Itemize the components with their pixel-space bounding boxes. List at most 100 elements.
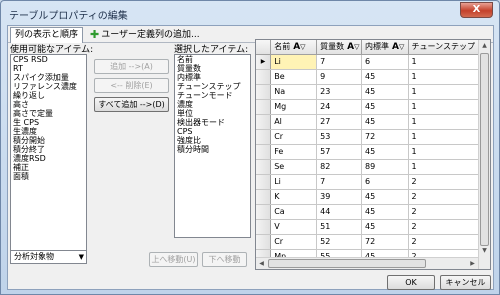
list-item[interactable]: 濃度RSD (11, 154, 86, 163)
table-cell[interactable]: 89 (361, 159, 409, 175)
row-header[interactable] (256, 84, 272, 100)
table-cell[interactable]: Cr (270, 129, 318, 145)
table-cell[interactable]: Fe (270, 144, 318, 160)
table-row[interactable]: Cr 53 72 1 (256, 129, 490, 145)
column-header-name[interactable]: 名前 A▽ (270, 40, 318, 55)
row-header[interactable] (256, 129, 272, 145)
filter-icon[interactable]: ▽ (300, 43, 305, 51)
tab-add-custom-column[interactable]: ✚ ユーザー定義列の追加... (87, 27, 203, 43)
table-cell[interactable]: 52 (316, 234, 362, 250)
table-row[interactable]: Ca 44 45 2 (256, 204, 490, 220)
table-cell[interactable]: 9 (316, 69, 362, 85)
table-cell[interactable]: Li (270, 174, 318, 190)
add-all-button[interactable]: すべて追加 -->(D) (94, 97, 169, 112)
add-button[interactable]: 追加 -->(A) (94, 59, 169, 74)
list-item[interactable]: 検出器モード (175, 118, 250, 127)
table-cell[interactable]: 1 (408, 144, 487, 160)
selected-items-list[interactable]: 名前 質量数 内標準 チューンステップ チューンモード 濃度 単位 検出器モード… (174, 54, 251, 238)
table-cell[interactable]: 1 (408, 99, 487, 115)
table-cell[interactable]: 2 (408, 234, 487, 250)
vertical-scroll-thumb[interactable] (480, 53, 489, 246)
available-items-list[interactable]: CPS RSD RT スパイク添加量 リファレンス濃度 繰り返し 高さ 高さで定… (10, 54, 87, 254)
remove-button[interactable]: <-- 削除(E) (94, 78, 169, 93)
table-cell[interactable]: 82 (316, 159, 362, 175)
table-cell[interactable]: 2 (408, 219, 487, 235)
table-cell[interactable]: 27 (316, 114, 362, 130)
table-cell[interactable]: 45 (361, 84, 409, 100)
table-cell[interactable]: K (270, 189, 318, 205)
table-cell[interactable]: 53 (316, 129, 362, 145)
scroll-right-icon[interactable]: ▶ (467, 258, 478, 269)
horizontal-scrollbar[interactable]: ◀ ▶ (256, 257, 478, 269)
row-header[interactable] (256, 189, 272, 205)
list-item[interactable]: リファレンス濃度 (11, 82, 86, 91)
table-row[interactable]: Mg 24 45 1 (256, 99, 490, 115)
table-cell[interactable]: 72 (361, 129, 409, 145)
list-item[interactable]: チューンモード (175, 91, 250, 100)
table-cell[interactable]: 45 (361, 219, 409, 235)
table-cell[interactable]: Na (270, 84, 318, 100)
table-cell[interactable]: 1 (408, 129, 487, 145)
table-cell[interactable]: 7 (316, 174, 362, 190)
row-header[interactable] (256, 219, 272, 235)
vertical-scrollbar[interactable]: ▲ ▼ (478, 40, 490, 269)
list-item[interactable]: 生 CPS (11, 118, 86, 127)
tab-column-display-order[interactable]: 列の表示と順序 (10, 27, 84, 43)
list-item[interactable]: 質量数 (175, 64, 250, 73)
row-header[interactable] (256, 69, 272, 85)
row-header[interactable] (256, 234, 272, 250)
row-header[interactable] (256, 99, 272, 115)
table-row[interactable]: Fe 57 45 1 (256, 144, 490, 160)
row-header[interactable] (256, 144, 272, 160)
table-cell[interactable]: Be (270, 69, 318, 85)
table-row[interactable]: ▶ Li 7 6 1 (256, 54, 490, 70)
table-row[interactable]: V 51 45 2 (256, 219, 490, 235)
filter-icon[interactable]: ▽ (354, 43, 359, 51)
horizontal-scroll-thumb[interactable] (268, 259, 426, 268)
row-header[interactable] (256, 174, 272, 190)
list-item[interactable]: 積分時間 (175, 145, 250, 154)
table-cell[interactable]: Cr (270, 234, 318, 250)
list-item[interactable]: チューンステップ (175, 82, 250, 91)
row-header[interactable] (256, 159, 272, 175)
table-cell[interactable]: Se (270, 159, 318, 175)
table-cell[interactable]: 1 (408, 54, 487, 70)
scroll-left-icon[interactable]: ◀ (256, 258, 267, 269)
list-item[interactable]: 面積 (11, 172, 86, 181)
table-row[interactable]: Se 82 89 1 (256, 159, 490, 175)
column-header-istd[interactable]: 内標準 A▽ (361, 40, 409, 55)
list-item[interactable]: 生濃度 (11, 127, 86, 136)
table-cell[interactable]: 45 (361, 204, 409, 220)
table-cell[interactable]: 51 (316, 219, 362, 235)
table-cell[interactable]: 1 (408, 84, 487, 100)
list-item[interactable]: CPS RSD (11, 55, 86, 64)
list-item[interactable]: CPS (175, 127, 250, 136)
list-item[interactable]: 単位 (175, 109, 250, 118)
row-header[interactable] (256, 114, 272, 130)
list-item[interactable]: スパイク添加量 (11, 73, 86, 82)
list-item[interactable]: 高さで定量 (11, 109, 86, 118)
table-cell[interactable]: Li (270, 54, 318, 70)
row-header[interactable] (256, 204, 272, 220)
analyte-filter-combo[interactable]: 分析対象物 ▼ (10, 250, 87, 264)
table-cell[interactable]: 39 (316, 189, 362, 205)
column-header-mass[interactable]: 質量数 A▽ (316, 40, 362, 55)
table-cell[interactable]: V (270, 219, 318, 235)
list-item[interactable]: 補正 (11, 163, 86, 172)
list-item[interactable]: 繰り返し (11, 91, 86, 100)
ok-button[interactable]: OK (387, 275, 435, 290)
scroll-up-icon[interactable]: ▲ (479, 40, 490, 52)
list-item[interactable]: 強度比 (175, 136, 250, 145)
table-cell[interactable]: 2 (408, 204, 487, 220)
table-row[interactable]: Be 9 45 1 (256, 69, 490, 85)
table-row[interactable]: Al 27 45 1 (256, 114, 490, 130)
table-cell[interactable]: 72 (361, 234, 409, 250)
table-cell[interactable]: 44 (316, 204, 362, 220)
table-cell[interactable]: 2 (408, 174, 487, 190)
table-cell[interactable]: 6 (361, 174, 409, 190)
list-item[interactable]: 積分開始 (11, 136, 86, 145)
table-cell[interactable]: 45 (361, 69, 409, 85)
table-cell[interactable]: 45 (361, 99, 409, 115)
table-cell[interactable]: 45 (361, 114, 409, 130)
list-item[interactable]: 積分終了 (11, 145, 86, 154)
